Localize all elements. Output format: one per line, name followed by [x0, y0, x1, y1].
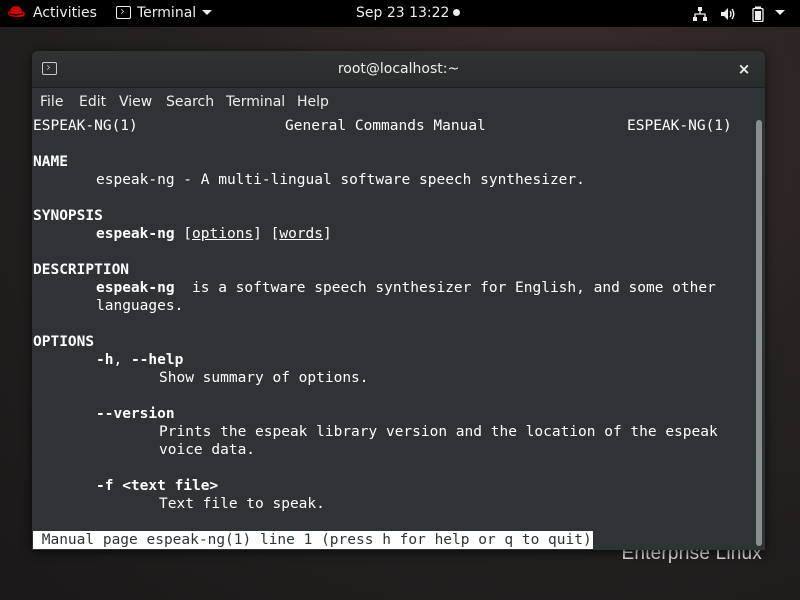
top-bar: Activities Terminal Sep 23 13:22 — [0, 0, 800, 27]
option-help-long: --help — [130, 352, 184, 368]
section-heading-name: NAME — [33, 154, 68, 170]
man-header-right: ESPEAK-NG(1) — [627, 118, 732, 134]
pager-status-line: Manual page espeak-ng(1) line 1 (press h… — [33, 531, 593, 549]
app-menu-button[interactable]: Terminal — [116, 0, 213, 27]
menu-help[interactable]: Help — [297, 88, 329, 116]
activities-button[interactable]: Activities — [33, 0, 97, 27]
description-command: espeak-ng — [96, 280, 175, 296]
option-file-description: Text file to speak. — [159, 496, 325, 512]
scrollbar-thumb[interactable] — [756, 120, 762, 546]
terminal-app-icon — [116, 5, 131, 19]
clock-label: Sep 23 13:22 — [356, 5, 450, 21]
man-header-left: ESPEAK-NG(1) — [33, 118, 138, 134]
window-title: root@localhost:~ — [337, 61, 460, 77]
scrollbar[interactable] — [753, 117, 765, 550]
app-menu-label: Terminal — [137, 5, 197, 21]
network-icon[interactable] — [692, 6, 708, 22]
name-text: espeak-ng - A multi-lingual software spe… — [96, 172, 585, 188]
menu-edit[interactable]: Edit — [79, 88, 106, 116]
section-heading-options: OPTIONS — [33, 334, 95, 350]
man-header-center: General Commands Manual — [285, 118, 486, 134]
system-menu-button[interactable] — [775, 0, 785, 27]
option-version-description-1: Prints the espeak library version and th… — [159, 424, 718, 440]
synopsis-options: options — [192, 226, 254, 242]
synopsis-command: espeak-ng — [96, 226, 175, 242]
chevron-down-icon — [775, 9, 785, 15]
chevron-down-icon — [202, 9, 213, 15]
menu-view[interactable]: View — [119, 88, 152, 116]
section-heading-description: DESCRIPTION — [33, 262, 130, 278]
terminal-window: root@localhost:~ × File Edit View Search… — [32, 51, 765, 550]
menubar: File Edit View Search Terminal Help — [32, 88, 765, 116]
close-button[interactable]: × — [735, 60, 753, 78]
notification-dot-icon — [453, 8, 461, 16]
description-text: is a software speech synthesizer for Eng… — [174, 280, 716, 296]
menu-file[interactable]: File — [40, 88, 63, 116]
terminal-output[interactable]: ESPEAK-NG(1) General Commands Manual ESP… — [33, 117, 753, 550]
option-help-separator: , — [113, 352, 131, 368]
synopsis-words: words — [279, 226, 324, 242]
option-file-flag: -f <text file> — [96, 478, 219, 494]
option-version-flag: --version — [96, 406, 175, 422]
menu-search[interactable]: Search — [166, 88, 214, 116]
section-heading-synopsis: SYNOPSIS — [33, 208, 103, 224]
option-version-description-2: voice data. — [159, 442, 256, 458]
window-titlebar[interactable]: root@localhost:~ × — [32, 51, 765, 88]
option-help-short: -h — [96, 352, 114, 368]
menu-terminal[interactable]: Terminal — [226, 88, 285, 116]
volume-icon[interactable] — [720, 6, 736, 22]
battery-icon[interactable] — [750, 6, 766, 23]
option-help-flag: -h, --help — [96, 351, 183, 369]
synopsis-line: espeak-ng [options] [words] — [96, 226, 332, 242]
option-help-description: Show summary of options. — [159, 370, 369, 386]
redhat-logo-icon — [6, 4, 26, 31]
description-line-2: languages. — [96, 298, 184, 314]
clock-button[interactable]: Sep 23 13:22 — [356, 0, 461, 27]
description-line-1: espeak-ng is a software speech synthesiz… — [96, 279, 716, 297]
